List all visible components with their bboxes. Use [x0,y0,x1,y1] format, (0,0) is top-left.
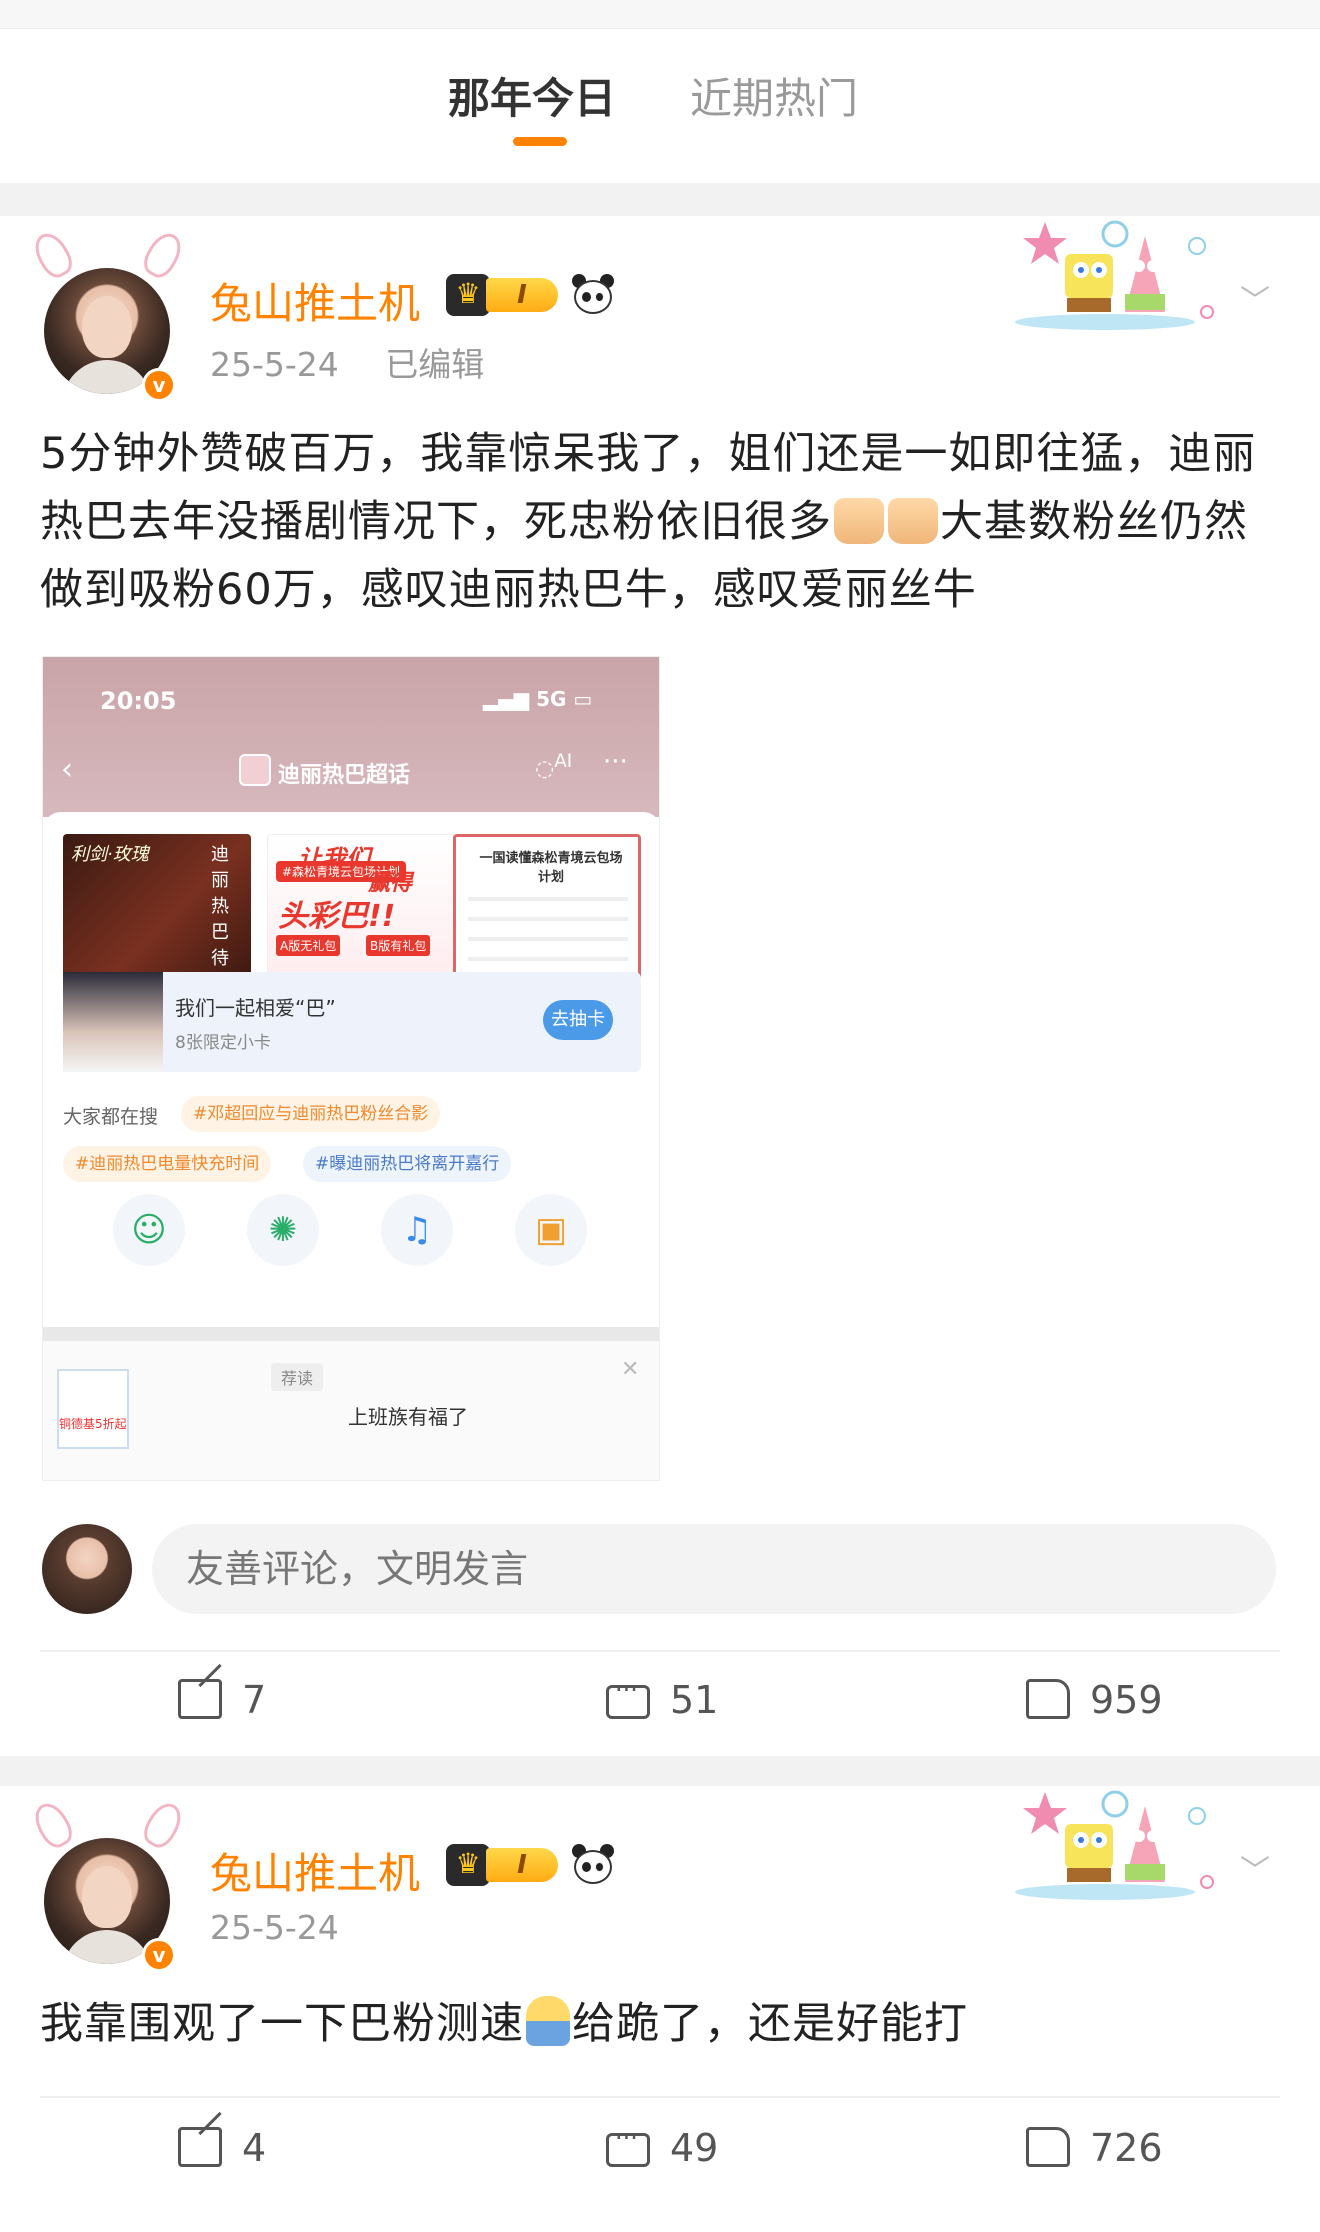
repost-icon [178,2127,222,2167]
verified-badge: v [142,1938,176,1972]
thumbs-up-emoji-icon [888,498,938,544]
post-text: 我靠围观了一下巴粉测速 给跪了，还是好能打 [40,1990,1290,2058]
avatar[interactable]: v [28,1797,190,1976]
ad-image: 铜德基5折起 [57,1369,129,1449]
repost-button[interactable]: 7 [178,1678,266,1722]
repost-count: 4 [242,2126,267,2170]
comment-button[interactable]: 51 [606,1676,719,1722]
chevron-down-icon[interactable]: ﹀ [1240,1846,1270,1890]
comment-icon [606,1676,650,1719]
separator [43,1327,659,1341]
active-tab-indicator [513,137,567,146]
level-badge[interactable]: ♛ I [446,1844,558,1886]
wechat-icon: ☺ [113,1194,185,1266]
post-card[interactable]: v 兔山推土机 ♛ I 25-5-24 ﹀ 我靠围观了一下巴粉测速 给跪了，还是好… [0,1786,1320,2232]
username[interactable]: 兔山推土机 [210,1840,420,1901]
tab-recent-hot[interactable]: 近期热门 [690,65,858,126]
post-image[interactable]: 20:05 ▂▄▆ 5G ▭ ‹ 迪丽热巴超话 ◌AI ··· 利剑·玫瑰 迪丽… [42,656,660,1481]
tab-that-day[interactable]: 那年今日 [448,65,616,126]
post-meta: 25-5-24 [210,1908,339,1947]
comment-count: 49 [670,2126,719,2170]
repost-count: 7 [242,1678,267,1722]
phone-time: 20:05 [100,687,177,715]
back-arrow-icon: ‹ [61,752,73,787]
qq-icon: ♫ [381,1194,453,1266]
avatar[interactable]: v [28,227,190,406]
tab-bar: 那年今日 近期热门 [0,28,1320,183]
crown-icon: ♛ [446,274,490,316]
divider [40,1650,1280,1652]
spongebob-decoration [1015,220,1214,330]
ai-search-icon: ◌AI [535,751,573,782]
moments-icon: ✺ [247,1194,319,1266]
more-icon: ··· [603,747,628,777]
phone-network: ▂▄▆ 5G ▭ [483,687,593,711]
like-button[interactable]: 726 [1026,2126,1163,2170]
verified-badge: v [142,368,176,402]
repost-icon [178,1679,222,1719]
post-date: 25-5-24 [210,1908,339,1947]
thumbs-up-icon [1026,2127,1070,2167]
like-button[interactable]: 959 [1026,1678,1163,1722]
comment-button[interactable]: 49 [606,2124,719,2170]
status-area [0,0,1320,28]
supertopic-title: 迪丽热巴超话 [278,763,411,788]
supertopic-avatar [239,754,271,786]
search-chip: #迪丽热巴电量快充时间 [63,1146,272,1182]
crown-icon: ♛ [446,1844,490,1886]
post-text: 5分钟外赞破百万，我靠惊呆我了，姐们还是一如即往猛，迪丽热巴去年没播剧情况下，死… [40,429,1257,615]
comment-count: 51 [670,1678,719,1722]
divider [40,2096,1280,2098]
close-icon: ✕ [621,1357,640,1382]
recommended-ad: 铜德基5折起 荐读 上班族有福了 ✕ [43,1341,659,1480]
like-count: 726 [1090,2126,1163,2170]
search-chip: #曝迪丽热巴将离开嘉行 [303,1146,512,1182]
draw-card-button: 去抽卡 [543,1000,613,1040]
comment-icon [606,2124,650,2167]
share-panel: 利剑·玫瑰 迪丽热巴待播作品 让我们 #森松青境云包场计划 赢得 头彩巴!! A… [43,812,659,1327]
search-chip: #邓超回应与迪丽热巴粉丝合影 [181,1096,441,1132]
panda-icon [570,274,614,316]
panda-icon [570,1844,614,1886]
card-avatar [63,972,163,1072]
kneeling-emoji-icon [526,1996,570,2046]
my-avatar [42,1524,132,1614]
level-badge[interactable]: ♛ I [446,274,558,316]
thumbs-up-emoji-icon [834,498,884,544]
save-image-icon: ▣ [515,1194,587,1266]
username[interactable]: 兔山推土机 [210,270,420,331]
post-meta: 25-5-24 已编辑 [210,338,484,386]
spongebob-decoration [1015,1790,1214,1900]
thumbs-up-icon [1026,1679,1070,1719]
chevron-down-icon[interactable]: ﹀ [1240,276,1270,320]
like-count: 959 [1090,1678,1163,1722]
phone-status-header: 20:05 ▂▄▆ 5G ▭ ‹ 迪丽热巴超话 ◌AI ··· [43,657,659,817]
card-draw-banner: 我们一起相爱“巴” 8张限定小卡 去抽卡 [63,972,641,1072]
repost-button[interactable]: 4 [178,2126,266,2170]
comment-input[interactable]: 友善评论，文明发言 [152,1524,1276,1614]
post-date: 25-5-24 [210,345,339,384]
search-label: 大家都在搜 [63,1106,159,1128]
edited-label: 已编辑 [385,345,485,384]
post-card[interactable]: v 兔山推土机 ♛ I 25-5-24 已编辑 ﹀ 5分钟外赞破百万，我靠惊呆我… [0,216,1320,1756]
